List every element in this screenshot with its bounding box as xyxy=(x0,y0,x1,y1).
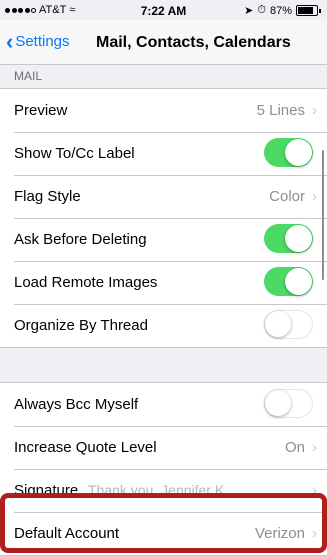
load-remote-images-label: Load Remote Images xyxy=(14,274,158,291)
page-title: Mail, Contacts, Calendars xyxy=(96,34,291,51)
status-right: ➤ ⏱ 87% xyxy=(244,4,321,17)
chevron-right-icon: › xyxy=(312,482,317,499)
increase-quote-value: On xyxy=(284,439,305,456)
organize-by-thread-row: Organize By Thread xyxy=(0,304,327,347)
default-account-value: Verizon xyxy=(254,525,305,542)
battery-icon xyxy=(296,5,318,16)
preview-value: 5 Lines xyxy=(256,102,305,119)
flag-style-label: Flag Style xyxy=(14,188,81,205)
status-bar: AT&T ≈ 7:22 AM ➤ ⏱ 87% xyxy=(0,0,327,20)
load-remote-images-row: Load Remote Images xyxy=(0,261,327,304)
show-tocc-toggle[interactable] xyxy=(264,138,313,167)
ask-before-deleting-row: Ask Before Deleting xyxy=(0,218,327,261)
preview-row[interactable]: Preview 5 Lines › xyxy=(0,89,327,132)
signature-value: Thank you, Jennifer K... xyxy=(88,482,236,498)
scrollbar[interactable] xyxy=(321,150,324,280)
show-tocc-row: Show To/Cc Label xyxy=(0,132,327,175)
organize-by-thread-toggle[interactable] xyxy=(264,310,313,339)
preview-label: Preview xyxy=(14,102,68,119)
always-bcc-label: Always Bcc Myself xyxy=(14,396,139,413)
flag-style-row[interactable]: Flag Style Color › xyxy=(0,175,327,218)
always-bcc-row: Always Bcc Myself xyxy=(0,383,327,426)
battery-tip xyxy=(319,8,321,13)
show-tocc-label: Show To/Cc Label xyxy=(14,145,135,162)
battery-percent: 87% xyxy=(269,4,292,17)
location-icon: ➤ xyxy=(244,5,254,17)
flag-style-value: Color xyxy=(269,188,305,205)
mail-settings-list: Preview 5 Lines › Show To/Cc Label Flag … xyxy=(0,88,327,348)
load-remote-images-toggle[interactable] xyxy=(264,267,313,296)
ask-before-deleting-label: Ask Before Deleting xyxy=(14,231,147,248)
navigation-bar: ‹ Settings Mail, Contacts, Calendars xyxy=(0,20,327,65)
battery-fill xyxy=(298,7,313,14)
back-label: Settings xyxy=(15,33,70,50)
ask-before-deleting-toggle[interactable] xyxy=(264,224,313,253)
chevron-right-icon: › xyxy=(312,439,317,456)
compose-settings-list: Always Bcc Myself Increase Quote Level O… xyxy=(0,382,327,556)
default-account-row[interactable]: Default Account Verizon › xyxy=(0,512,327,555)
always-bcc-toggle[interactable] xyxy=(264,389,313,418)
chevron-right-icon: › xyxy=(312,102,317,119)
default-account-label: Default Account xyxy=(14,525,120,542)
organize-by-thread-label: Organize By Thread xyxy=(14,317,148,334)
increase-quote-row[interactable]: Increase Quote Level On › xyxy=(0,426,327,469)
chevron-right-icon: › xyxy=(312,188,317,205)
signature-row[interactable]: Signature Thank you, Jennifer K... › xyxy=(0,469,327,512)
section-header-mail: MAIL xyxy=(14,69,43,83)
chevron-right-icon: › xyxy=(312,525,317,542)
increase-quote-label: Increase Quote Level xyxy=(14,439,157,456)
alarm-icon: ⏱ xyxy=(257,4,266,16)
signature-label: Signature xyxy=(14,482,79,499)
chevron-left-icon: ‹ xyxy=(6,29,14,54)
back-button[interactable]: ‹ Settings xyxy=(6,29,70,54)
